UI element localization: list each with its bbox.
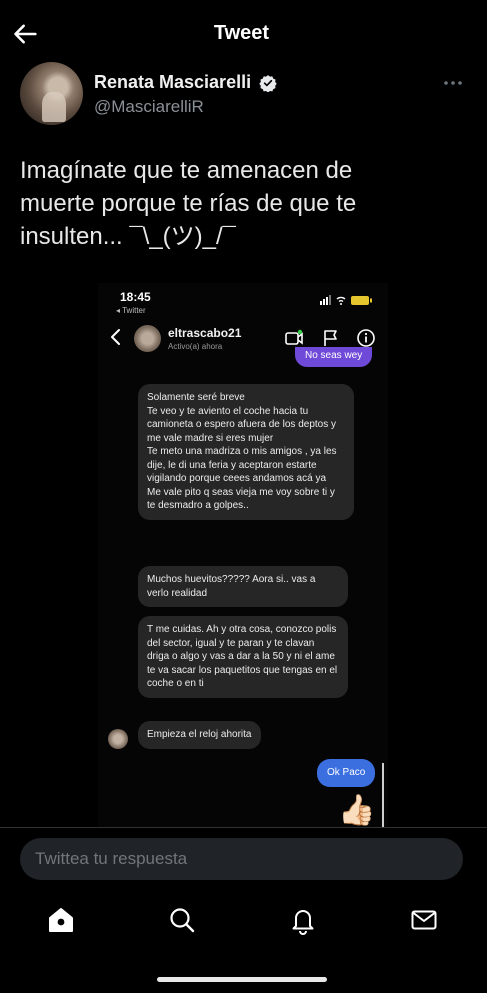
info-icon	[357, 329, 375, 347]
incoming-message: Muchos huevitos????? Aora si.. vas a ver…	[138, 566, 348, 607]
divider-line	[382, 763, 384, 827]
reply-input[interactable]: Twittea tu respuesta	[20, 838, 463, 880]
flag-icon	[324, 330, 337, 346]
dm-status: Activo(a) ahora	[168, 342, 223, 351]
video-call-icon	[285, 329, 303, 345]
tweet-line: muerte porque te rías de que te	[20, 190, 357, 217]
author-handle[interactable]: @MasciarelliR	[94, 97, 204, 117]
status-icons	[320, 295, 372, 305]
bell-icon[interactable]	[288, 905, 318, 935]
chevron-left-icon[interactable]	[106, 326, 126, 348]
thumbs-up-emoji: 👍🏻	[338, 794, 376, 827]
tweet-media-image[interactable]: 18:45 ◂ Twitter eltrascabo21 Activo(a) a…	[98, 283, 388, 827]
divider	[0, 827, 487, 828]
outgoing-message: No seas wey	[295, 347, 373, 367]
top-bar: Tweet	[0, 0, 487, 66]
outgoing-message: Ok Paco	[317, 759, 376, 787]
page-title: Tweet	[213, 22, 270, 44]
home-icon[interactable]	[46, 905, 76, 935]
dm-username: eltrascabo21	[168, 326, 242, 340]
status-time: 18:45	[120, 290, 151, 304]
incoming-message: Empieza el reloj ahorita	[138, 721, 261, 749]
search-icon[interactable]	[167, 905, 197, 935]
incoming-message: T me cuidas. Ah y otra cosa, conozco pol…	[138, 616, 348, 698]
author-avatar[interactable]	[20, 62, 83, 125]
home-indicator	[157, 977, 327, 982]
verified-badge-icon	[259, 75, 277, 92]
status-back-link: ◂ Twitter	[116, 306, 146, 315]
sender-avatar	[108, 729, 128, 749]
author-name[interactable]: Renata Masciarelli	[94, 72, 251, 93]
tweet-line: Imagínate que te amenacen de	[20, 157, 353, 184]
dm-avatar	[134, 325, 161, 352]
envelope-icon[interactable]	[409, 905, 439, 935]
tweet-text: Imagínate que te amenacen de muerte porq…	[20, 154, 470, 253]
more-horizontal-icon[interactable]	[440, 70, 466, 96]
incoming-message: Solamente seré breve Te veo y te aviento…	[138, 384, 354, 520]
tweet-line: insulten... ¯\_(ツ)_/¯	[20, 223, 236, 250]
